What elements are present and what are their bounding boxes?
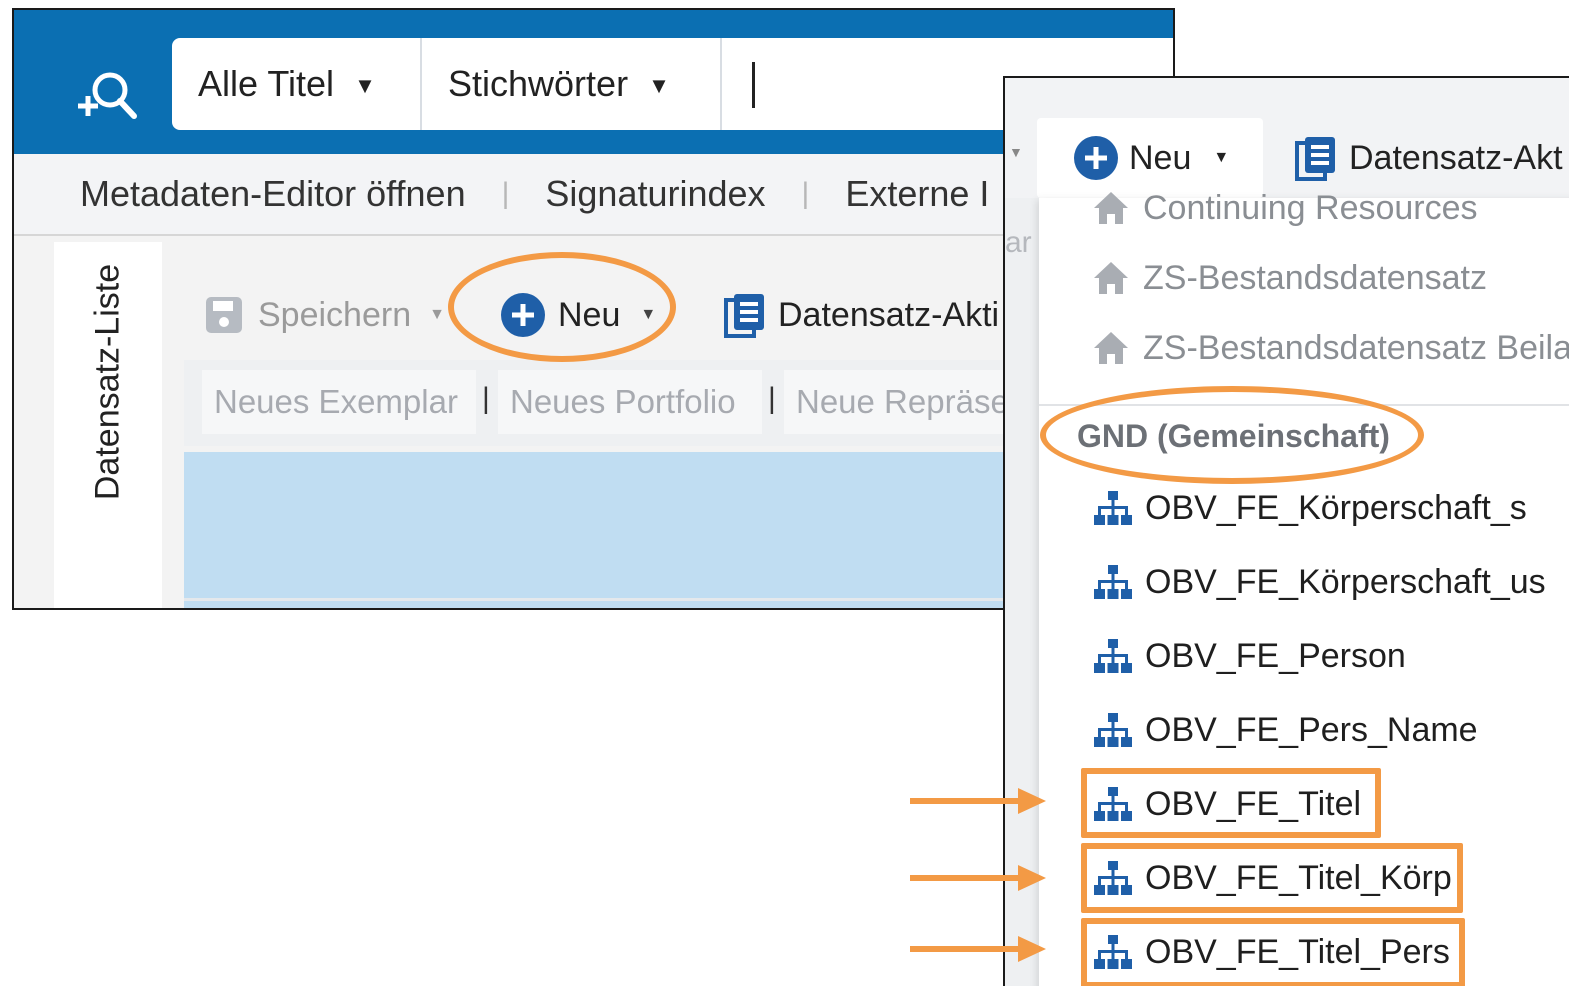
menu-item-label: ZS-Bestandsdatensatz xyxy=(1143,258,1487,297)
document-list-icon xyxy=(724,294,764,338)
record-actions-label: Datensatz-Akt xyxy=(1349,138,1563,177)
menu-item-obv-fe-person[interactable]: OBV_FE_Person xyxy=(1093,628,1406,684)
save-label: Speichern xyxy=(258,295,412,334)
highlight-box-titel-pers xyxy=(1081,918,1465,986)
menu-item-obv-fe-pers-name[interactable]: OBV_FE_Pers_Name xyxy=(1093,702,1478,758)
separator: | xyxy=(801,177,810,210)
search-field-label: Stichwörter xyxy=(448,63,629,104)
menu-item-obv-fe-koerperschaft-s[interactable]: OBV_FE_Körperschaft_s xyxy=(1093,480,1527,536)
menu-item-label: OBV_FE_Person xyxy=(1145,636,1406,675)
caret-down-icon: ▼ xyxy=(354,73,376,98)
menu-item-continuing-resources[interactable]: Continuing Resources xyxy=(1091,180,1478,236)
plus-circle-icon xyxy=(1074,136,1118,180)
arrow-right-icon xyxy=(910,936,1046,962)
quick-links-bar: Metadaten-Editor öffnen | Signaturindex … xyxy=(14,154,1173,236)
caret-down-icon: ▼ xyxy=(1213,149,1230,166)
arrow-right-icon xyxy=(910,788,1046,814)
advanced-search-icon[interactable] xyxy=(72,66,142,126)
highlight-box-titel-koerp xyxy=(1081,843,1463,913)
separator: | xyxy=(501,177,510,210)
clipped-text: ar xyxy=(1005,226,1032,259)
menu-item-obv-fe-koerperschaft-us[interactable]: OBV_FE_Körperschaft_us xyxy=(1093,554,1546,610)
caret-down-icon: ▼ xyxy=(429,306,445,323)
menu-item-zs-bestandsdatensatz[interactable]: ZS-Bestandsdatensatz xyxy=(1091,250,1487,306)
caret-down-icon: ▼ xyxy=(1009,144,1023,160)
new-portfolio-link[interactable]: Neues Portfolio xyxy=(498,370,762,434)
search-scope-label: Alle Titel xyxy=(198,63,335,104)
record-list-tab[interactable]: Datensatz-Liste xyxy=(54,242,162,522)
menu-item-label: OBV_FE_Pers_Name xyxy=(1145,710,1478,749)
hierarchy-icon xyxy=(1094,491,1132,525)
floppy-disk-icon xyxy=(206,297,242,333)
save-button[interactable]: Speichern ▼ xyxy=(204,280,445,350)
home-icon xyxy=(1094,262,1128,294)
new-item-link[interactable]: Neues Exemplar xyxy=(202,370,476,434)
search-input-cursor[interactable] xyxy=(752,62,755,108)
link-metadata-editor[interactable]: Metadaten-Editor öffnen xyxy=(80,173,466,215)
menu-item-label: ZS-Bestandsdatensatz Beila xyxy=(1143,328,1569,367)
menu-item-label: OBV_FE_Körperschaft_us xyxy=(1145,562,1546,601)
menu-item-label: OBV_FE_Körperschaft_s xyxy=(1145,488,1527,527)
separator: | xyxy=(768,382,776,415)
new-label: Neu xyxy=(1129,138,1192,177)
record-list-panel[interactable]: Datensatz-Liste xyxy=(54,242,162,608)
hierarchy-icon xyxy=(1094,713,1132,747)
hierarchy-icon xyxy=(1094,639,1132,673)
menu-item-label: Continuing Resources xyxy=(1143,188,1478,227)
separator: | xyxy=(482,382,490,415)
link-signaturindex[interactable]: Signaturindex xyxy=(545,173,765,215)
record-list-label: Datensatz-Liste xyxy=(88,263,127,501)
document-list-icon xyxy=(1295,137,1335,181)
caret-down-icon: ▼ xyxy=(648,73,670,98)
home-icon xyxy=(1094,332,1128,364)
highlight-oval-new-button xyxy=(448,252,676,362)
record-actions-label: Datensatz-Akti xyxy=(778,295,1000,334)
search-scope-dropdown[interactable]: Alle Titel ▼ xyxy=(172,38,422,130)
link-external[interactable]: Externe I xyxy=(845,173,989,215)
top-search-bar: Alle Titel ▼ Stichwörter ▼ xyxy=(14,10,1173,154)
highlight-box-titel xyxy=(1081,768,1381,838)
arrow-right-icon xyxy=(910,865,1046,891)
menu-item-zs-bestandsdatensatz-beilage[interactable]: ZS-Bestandsdatensatz Beila xyxy=(1091,320,1569,376)
hierarchy-icon xyxy=(1094,565,1132,599)
search-field-dropdown[interactable]: Stichwörter ▼ xyxy=(422,38,722,130)
highlight-oval-gnd-header xyxy=(1040,386,1424,484)
home-icon xyxy=(1094,192,1128,224)
record-actions-button[interactable]: Datensatz-Akti xyxy=(724,280,999,350)
